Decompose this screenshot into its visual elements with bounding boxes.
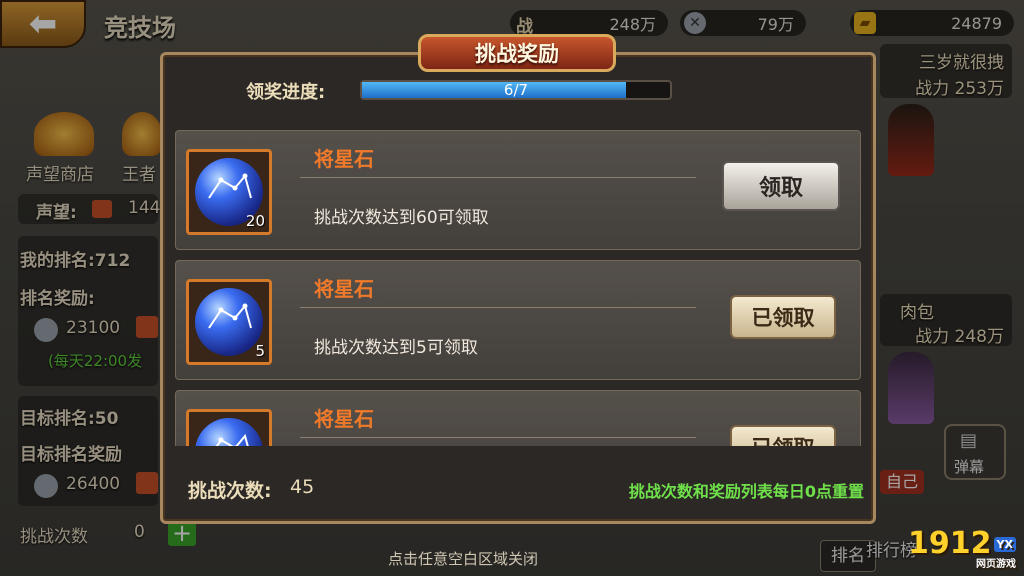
claim-condition: 挑战次数达到5可领取	[314, 338, 478, 358]
claim-button[interactable]: 领取	[722, 161, 840, 211]
reward-card: 将星石 已领取	[175, 390, 861, 446]
dialog-title: 挑战奖励	[418, 34, 616, 72]
reward-card: 20 将星石 挑战次数达到60可领取 领取	[175, 130, 861, 250]
claim-condition: 挑战次数达到60可领取	[314, 208, 489, 228]
watermark-badge: YX	[993, 537, 1016, 552]
item-name: 将星石	[314, 147, 374, 171]
site-watermark-logo: 1912 YX 网页游戏	[908, 526, 1016, 570]
general-star-stone-icon	[195, 288, 263, 356]
reward-list[interactable]: 20 将星石 挑战次数达到60可领取 领取 5 将星石 挑战次数达到5可领取 已…	[175, 128, 861, 446]
claimed-badge: 已领取	[730, 425, 836, 446]
divider	[300, 437, 696, 438]
close-hint: 点击任意空白区域关闭	[388, 550, 539, 568]
item-slot[interactable]: 20	[186, 149, 272, 235]
item-quantity: 5	[255, 342, 265, 360]
progress-label: 领奖进度:	[246, 82, 326, 103]
item-slot[interactable]	[186, 409, 272, 446]
dialog-footer: 挑战次数: 45 挑战次数和奖励列表每日0点重置	[162, 460, 874, 516]
item-name: 将星石	[314, 407, 374, 431]
item-slot[interactable]: 5	[186, 279, 272, 365]
attempts-value: 45	[290, 476, 315, 498]
progress-text: 6/7	[503, 81, 529, 99]
claim-progress-bar: 6/7	[360, 80, 672, 100]
general-star-stone-icon	[195, 418, 263, 446]
item-name: 将星石	[314, 277, 374, 301]
divider	[300, 307, 696, 308]
divider	[300, 177, 696, 178]
attempts-label: 挑战次数:	[188, 480, 272, 502]
claimed-badge: 已领取	[730, 295, 836, 339]
reset-note: 挑战次数和奖励列表每日0点重置	[628, 482, 864, 501]
item-quantity: 20	[245, 212, 265, 230]
reward-card: 5 将星石 挑战次数达到5可领取 已领取	[175, 260, 861, 380]
